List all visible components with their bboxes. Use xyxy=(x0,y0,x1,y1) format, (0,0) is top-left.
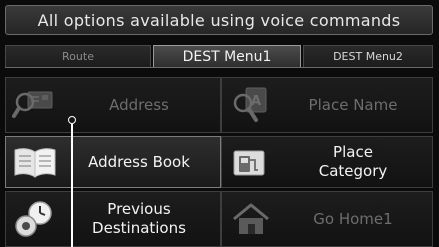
place-category-button[interactable]: Place Category xyxy=(221,136,433,188)
previous-destinations-button[interactable]: Previous Destinations xyxy=(5,191,221,247)
tab-dest-menu1-label: DEST Menu1 xyxy=(182,48,272,65)
house-icon xyxy=(228,200,274,238)
address-search-icon xyxy=(12,86,58,124)
place-name-button[interactable]: A Place Name xyxy=(221,77,433,133)
tab-dest-menu2-label: DEST Menu2 xyxy=(333,50,403,63)
callout-pointer xyxy=(68,116,76,124)
fuel-pump-icon xyxy=(228,143,274,181)
previous-destinations-label: Previous Destinations xyxy=(92,200,186,237)
address-book-button[interactable]: Address Book xyxy=(5,136,221,188)
tab-dest-menu1[interactable]: DEST Menu1 xyxy=(153,45,301,67)
navigation-screen: All options available using voice comman… xyxy=(0,0,439,247)
tab-dest-menu2[interactable]: DEST Menu2 xyxy=(303,45,433,67)
tab-route-label: Route xyxy=(62,50,94,63)
address-label: Address xyxy=(109,95,169,114)
address-book-label: Address Book xyxy=(88,152,190,171)
tab-divider xyxy=(5,67,433,68)
open-book-icon xyxy=(12,143,58,181)
go-home-button[interactable]: Go Home1 xyxy=(221,191,433,247)
address-button[interactable]: Address xyxy=(5,77,221,133)
place-name-search-icon: A xyxy=(228,86,274,124)
svg-text:A: A xyxy=(251,94,261,109)
place-name-label: Place Name xyxy=(308,95,398,114)
callout-leader-line xyxy=(71,124,73,247)
place-category-label: Place Category xyxy=(318,143,388,180)
voice-command-banner: All options available using voice comman… xyxy=(5,5,433,35)
menu-tabs: Route DEST Menu1 DEST Menu2 xyxy=(5,45,433,67)
go-home-label: Go Home1 xyxy=(313,209,393,228)
history-clock-icon xyxy=(12,200,58,238)
banner-text: All options available using voice comman… xyxy=(37,10,401,30)
tab-route[interactable]: Route xyxy=(5,45,151,67)
